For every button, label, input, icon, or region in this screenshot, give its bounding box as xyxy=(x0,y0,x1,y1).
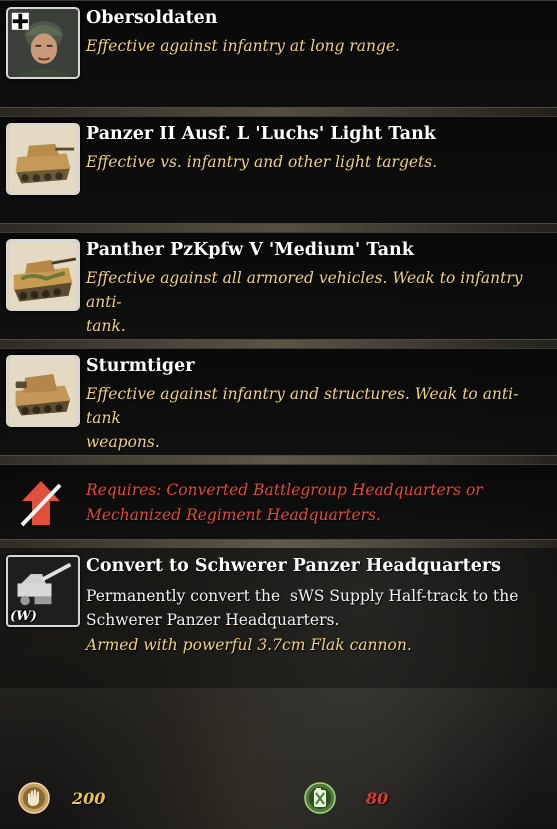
upgrade-note: Armed with powerful 3.7cm Flak cannon. xyxy=(86,636,412,654)
requirement-text: Requires: Converted Battlegroup Headquar… xyxy=(86,478,541,528)
upgrade-description: Permanently convert the sWS Supply Half-… xyxy=(86,584,546,632)
requirement-line: Requires: Converted Battlegroup Headquar… xyxy=(86,481,483,499)
panel-divider xyxy=(0,224,557,232)
flak-halftrack-icon[interactable]: (W) xyxy=(6,555,80,627)
fuel-value: 80 xyxy=(366,789,389,808)
unit-description-line: weapons. xyxy=(86,433,160,451)
fuel-icon xyxy=(304,782,336,814)
panel-divider xyxy=(0,108,557,116)
requirement-panel: Requires: Converted Battlegroup Headquar… xyxy=(0,464,557,540)
unit-title: Obersoldaten xyxy=(86,8,218,28)
unit-title: Sturmtiger xyxy=(86,356,195,376)
unit-panel-sturmtiger: Sturmtiger Effective against infantry an… xyxy=(0,348,557,456)
manpower-value: 200 xyxy=(72,789,106,808)
sturmtiger-portrait-icon xyxy=(6,355,80,427)
unit-description: Effective against all armored vehicles. … xyxy=(86,266,551,338)
luchs-tank-portrait-icon xyxy=(6,123,80,195)
unit-panel-panther: Panther PzKpfw V 'Medium' Tank Effective… xyxy=(0,232,557,340)
panther-tank-portrait-icon xyxy=(6,239,80,311)
panel-divider xyxy=(0,340,557,348)
unit-description-line: Effective against all armored vehicles. … xyxy=(86,269,523,311)
unit-description: Effective against infantry and structure… xyxy=(86,382,551,454)
obersoldaten-portrait-icon xyxy=(6,7,80,79)
upgrade-description-line: Schwerer Panzer Headquarters. xyxy=(86,611,340,629)
upgrade-description-line: Permanently convert the sWS Supply Half-… xyxy=(86,587,519,605)
unit-title: Panzer II Ausf. L 'Luchs' Light Tank xyxy=(86,124,436,144)
unit-description: Effective vs. infantry and other light t… xyxy=(86,153,438,171)
hotkey-label: (W) xyxy=(10,609,37,624)
requirement-line: Mechanized Regiment Headquarters. xyxy=(86,506,381,524)
unit-panel-obersoldaten: Obersoldaten Effective against infantry … xyxy=(0,0,557,108)
upgrade-title: Convert to Schwerer Panzer Headquarters xyxy=(86,556,501,576)
cost-bar: 200 80 xyxy=(0,770,557,829)
panel-divider xyxy=(0,540,557,548)
panel-divider xyxy=(0,456,557,464)
unit-description-line: tank. xyxy=(86,317,126,335)
manpower-icon xyxy=(18,782,50,814)
unit-description-line: Effective against infantry and structure… xyxy=(86,385,519,427)
locked-upgrade-icon xyxy=(18,479,64,527)
upgrade-panel: (W) Convert to Schwerer Panzer Headquart… xyxy=(0,548,557,688)
unit-description: Effective against infantry at long range… xyxy=(86,37,401,55)
unit-panel-luchs: Panzer II Ausf. L 'Luchs' Light Tank Eff… xyxy=(0,116,557,224)
unit-title: Panther PzKpfw V 'Medium' Tank xyxy=(86,240,414,260)
